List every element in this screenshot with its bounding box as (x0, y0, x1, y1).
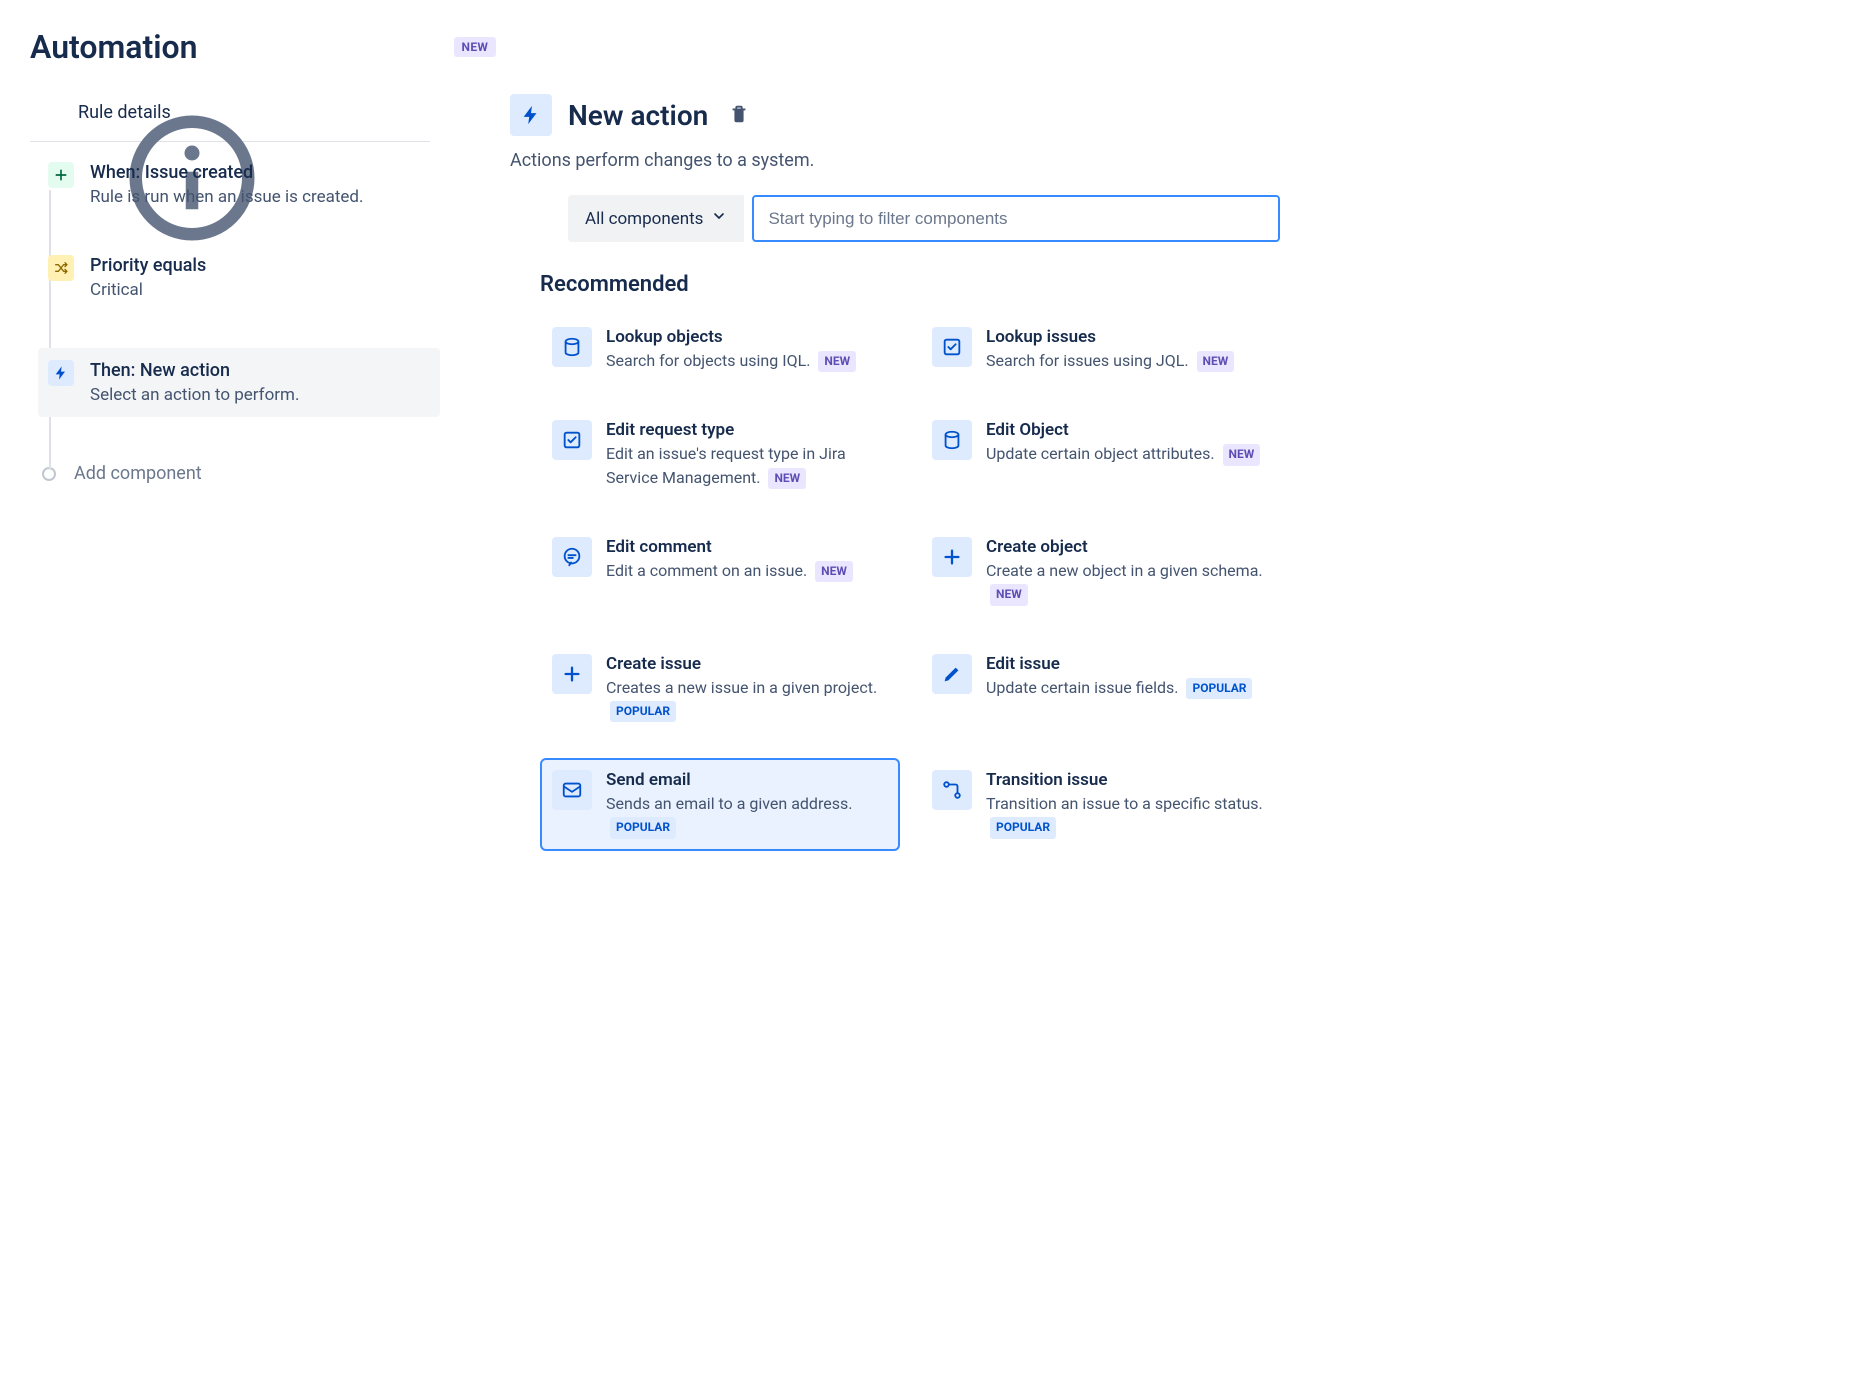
action-card[interactable]: Create objectCreate a new object in a gi… (920, 525, 1280, 618)
main-panel: New action Actions perform changes to a … (510, 94, 1280, 851)
action-desc: Create a new object in a given schema. N… (986, 559, 1268, 606)
bolt-icon (510, 94, 552, 136)
info-icon (42, 103, 62, 123)
action-desc: Update certain issue fields. POPULAR (986, 676, 1252, 699)
new-badge: NEW (454, 37, 497, 57)
rule-details-link[interactable]: Rule details (30, 94, 430, 142)
action-title: Transition issue (986, 770, 1268, 790)
action-title: Lookup issues (986, 327, 1234, 347)
action-badge: POPULAR (610, 701, 676, 722)
action-badge: NEW (990, 584, 1028, 605)
flow-item-title: Then: New action (90, 360, 299, 381)
chevron-down-icon (711, 208, 727, 229)
components-dropdown[interactable]: All components (568, 195, 744, 242)
database-icon (552, 327, 592, 367)
action-card[interactable]: Edit request typeEdit an issue's request… (540, 408, 900, 501)
action-badge: POPULAR (1186, 678, 1252, 699)
task-check-icon (552, 420, 592, 460)
action-desc: Update certain object attributes. NEW (986, 442, 1260, 465)
action-desc: Sends an email to a given address. POPUL… (606, 792, 888, 839)
action-title: Edit comment (606, 537, 853, 557)
action-badge: NEW (815, 561, 853, 582)
action-title: Edit Object (986, 420, 1260, 440)
action-card[interactable]: Edit issueUpdate certain issue fields. P… (920, 642, 1280, 735)
action-badge: NEW (768, 468, 806, 489)
flow-item-desc: Select an action to perform. (90, 385, 299, 405)
action-desc: Creates a new issue in a given project. … (606, 676, 888, 723)
action-badge: NEW (818, 351, 856, 372)
action-card[interactable]: Lookup issuesSearch for issues using JQL… (920, 315, 1280, 384)
panel-header: New action (510, 94, 1280, 136)
comment-icon (552, 537, 592, 577)
action-badge: NEW (1223, 444, 1261, 465)
section-title-recommended: Recommended (540, 272, 1280, 297)
action-desc: Transition an issue to a specific status… (986, 792, 1268, 839)
flow-item-desc: Critical (90, 280, 206, 300)
flow-item-condition[interactable]: Priority equals Critical (48, 255, 430, 300)
action-card[interactable]: Edit ObjectUpdate certain object attribu… (920, 408, 1280, 501)
action-title: Create issue (606, 654, 888, 674)
delete-button[interactable] (724, 99, 754, 132)
action-card[interactable]: Transition issueTransition an issue to a… (920, 758, 1280, 851)
action-title: Create object (986, 537, 1268, 557)
action-title: Send email (606, 770, 888, 790)
action-card[interactable]: Create issueCreates a new issue in a giv… (540, 642, 900, 735)
pencil-icon (932, 654, 972, 694)
action-card[interactable]: Send emailSends an email to a given addr… (540, 758, 900, 851)
action-title: Edit issue (986, 654, 1252, 674)
panel-subtitle: Actions perform changes to a system. (510, 150, 1280, 171)
rule-details-label: Rule details (78, 102, 171, 123)
flow-item-trigger[interactable]: When: Issue created Rule is run when an … (48, 162, 430, 207)
action-card[interactable]: Lookup objectsSearch for objects using I… (540, 315, 900, 384)
action-desc: Search for objects using IQL. NEW (606, 349, 856, 372)
action-badge: NEW (1197, 351, 1235, 372)
plus-icon (552, 654, 592, 694)
action-desc: Edit an issue's request type in Jira Ser… (606, 442, 888, 489)
shuffle-icon (48, 255, 74, 281)
flow-list: When: Issue created Rule is run when an … (30, 162, 430, 484)
plus-icon (48, 162, 74, 188)
action-badge: POPULAR (990, 817, 1056, 838)
transition-icon (932, 770, 972, 810)
action-desc: Search for issues using JQL. NEW (986, 349, 1234, 372)
trash-icon (728, 113, 750, 128)
filter-row: All components (568, 195, 1280, 242)
filter-components-input[interactable] (752, 195, 1280, 242)
action-badge: POPULAR (610, 817, 676, 838)
action-grid: Lookup objectsSearch for objects using I… (540, 315, 1280, 851)
action-desc: Edit a comment on an issue. NEW (606, 559, 853, 582)
add-component-button[interactable]: Add component (42, 463, 430, 484)
flow-item-title: When: Issue created (90, 162, 364, 183)
flow-item-title: Priority equals (90, 255, 206, 276)
mail-icon (552, 770, 592, 810)
database-icon (932, 420, 972, 460)
page-header: Automation NEW (30, 28, 1828, 66)
flow-item-desc: Rule is run when an issue is created. (90, 187, 364, 207)
panel-title: New action (568, 99, 708, 132)
action-title: Edit request type (606, 420, 888, 440)
action-title: Lookup objects (606, 327, 856, 347)
flow-connector-line (49, 190, 51, 470)
page-title: Automation (30, 28, 198, 66)
add-component-label: Add component (74, 463, 202, 484)
list-check-icon (932, 327, 972, 367)
action-card[interactable]: Edit commentEdit a comment on an issue. … (540, 525, 900, 618)
dropdown-label: All components (585, 209, 703, 229)
bolt-icon (48, 360, 74, 386)
flow-item-action-selected[interactable]: Then: New action Select an action to per… (38, 348, 440, 417)
plus-icon (932, 537, 972, 577)
sidebar: Rule details When: Issue created Rule is… (30, 94, 430, 851)
